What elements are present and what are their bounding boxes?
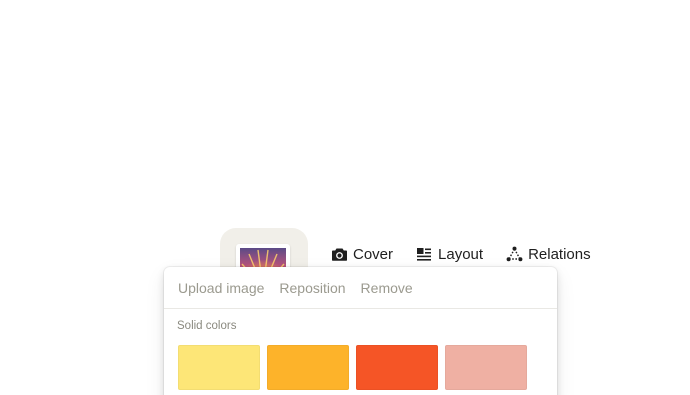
tab-remove[interactable]: Remove xyxy=(361,278,413,298)
cover-button-label: Cover xyxy=(353,245,394,263)
cover-menu-popover: Upload image Reposition Remove Solid col… xyxy=(164,267,557,395)
relations-button[interactable]: Relations xyxy=(505,241,591,267)
layout-button[interactable]: Layout xyxy=(415,241,483,267)
tab-upload-image[interactable]: Upload image xyxy=(178,278,264,298)
color-swatch[interactable] xyxy=(356,345,438,390)
relations-icon xyxy=(505,245,523,263)
cover-menu-tabs: Upload image Reposition Remove xyxy=(164,267,557,309)
color-swatch[interactable] xyxy=(445,345,527,390)
cover-button[interactable]: Cover xyxy=(330,241,393,267)
layout-icon xyxy=(415,245,433,263)
solid-colors-heading: Solid colors xyxy=(177,320,237,332)
color-swatch[interactable] xyxy=(178,345,260,390)
camera-icon xyxy=(330,245,348,263)
tab-reposition[interactable]: Reposition xyxy=(279,278,345,298)
relations-button-label: Relations xyxy=(528,245,591,263)
color-swatch-row xyxy=(178,345,534,390)
page-canvas: Cover Layout Relations Upload image Repo… xyxy=(0,0,690,395)
layout-button-label: Layout xyxy=(438,245,484,263)
page-header-toolbar: Cover Layout Relations xyxy=(330,241,591,267)
color-swatch[interactable] xyxy=(267,345,349,390)
